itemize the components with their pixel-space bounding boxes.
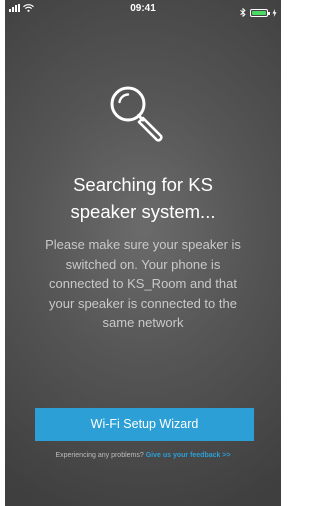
- feedback-line: Experiencing any problems? Give us your …: [5, 452, 281, 459]
- battery-level: [252, 11, 266, 15]
- bluetooth-icon: [240, 4, 246, 22]
- feedback-link[interactable]: Give us your feedback >>: [146, 452, 231, 459]
- feedback-prompt: Experiencing any problems?: [55, 452, 144, 459]
- wifi-setup-wizard-button[interactable]: Wi-Fi Setup Wizard: [35, 408, 254, 441]
- searching-title: Searching for KS speaker system...: [70, 174, 216, 222]
- status-right: [240, 4, 277, 22]
- search-icon: [110, 86, 163, 142]
- app-screen: 09:41 Searching for KS speaker system...…: [5, 0, 281, 506]
- instructions-text: Please make sure your speaker is switche…: [45, 237, 241, 330]
- battery-icon: [250, 9, 270, 17]
- charging-icon: [272, 4, 277, 22]
- status-bar: 09:41: [5, 0, 281, 18]
